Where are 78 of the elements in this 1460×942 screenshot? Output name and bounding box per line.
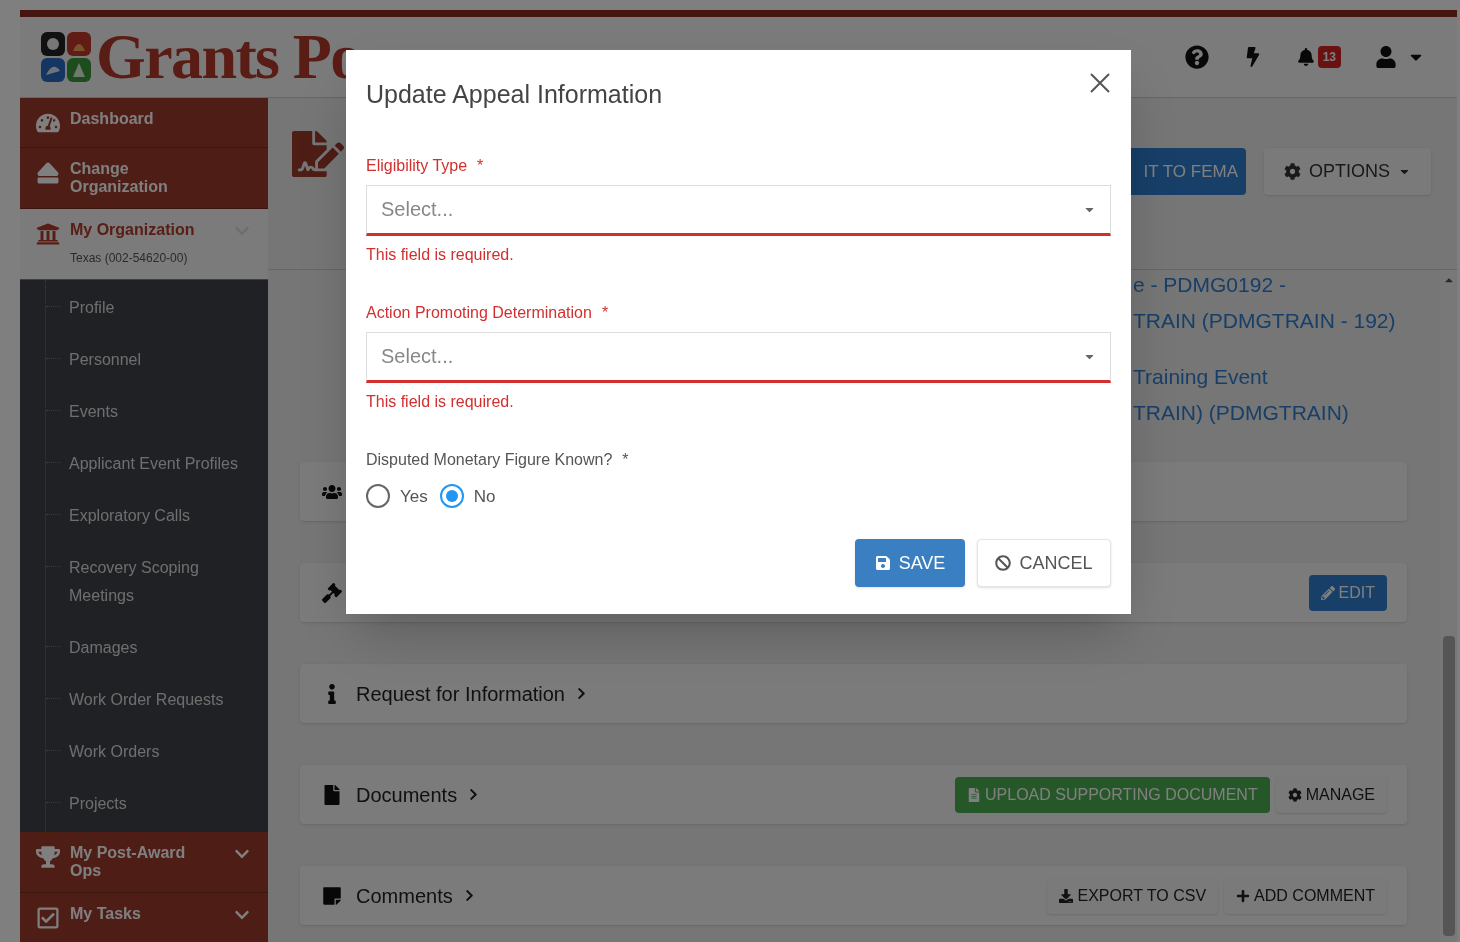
radio-label: Yes (400, 485, 428, 508)
save-icon (874, 555, 891, 571)
required-mark: * (601, 302, 609, 323)
submenu-item[interactable]: Profile (69, 282, 259, 334)
sidebar-item[interactable]: My Organization Texas (002-54620-00) (20, 209, 268, 280)
section-title[interactable]: Comments (356, 880, 476, 911)
field-label: Eligibility Type (366, 155, 468, 176)
field-label: Disputed Monetary Figure Known? (366, 449, 613, 470)
select-placeholder: Select... (381, 197, 454, 222)
select-placeholder: Select... (381, 344, 454, 369)
sidebar-label: My Post-Award Ops (70, 844, 187, 880)
user-icon[interactable] (1375, 46, 1397, 68)
required-mark: * (477, 155, 484, 176)
checkbox-icon (36, 906, 60, 930)
submenu-item[interactable]: Applicant Event Profiles (69, 438, 259, 490)
upload-button[interactable]: UPLOAD SUPPORTING DOCUMENT (955, 776, 1270, 813)
field-label: Action Promoting Determination (366, 302, 592, 323)
submenu-item[interactable]: Personnel (69, 334, 259, 386)
sidebar-item[interactable]: Dashboard (20, 98, 268, 148)
sidebar-label: Change Organization (70, 160, 169, 196)
ban-icon (995, 555, 1012, 571)
detail-text: e - PDMG0192 - (1133, 272, 1287, 298)
manage-button[interactable]: MANAGE (1275, 776, 1387, 813)
gavel-icon (322, 582, 342, 603)
help-icon[interactable] (1184, 45, 1209, 69)
chevron-icon (575, 687, 588, 700)
detail-text: TRAIN) (PDMGTRAIN) (1133, 400, 1350, 426)
sidebar-item[interactable]: My Tasks (20, 893, 268, 942)
add-comment-button[interactable]: ADD COMMENT (1224, 877, 1387, 914)
notification-icon[interactable] (1296, 48, 1315, 66)
plus-icon (1236, 888, 1251, 903)
radio-button[interactable] (439, 484, 464, 509)
error-message: This field is required. (366, 391, 515, 412)
submenu-item[interactable]: Work Order Requests (69, 674, 259, 726)
trophy-icon (36, 845, 60, 869)
error-message: This field is required. (366, 244, 515, 265)
sidebar-item[interactable]: My Post-Award Ops (20, 832, 268, 893)
sidebar-label: My Tasks (70, 905, 142, 923)
select-field[interactable]: Select... (366, 184, 1111, 236)
submenu-item[interactable]: Recovery Scoping Meetings (69, 542, 259, 622)
sidebar-label: Dashboard (70, 110, 155, 128)
eject-icon (36, 161, 60, 185)
settings-icon (1284, 163, 1301, 180)
submenu-item[interactable]: Projects (69, 778, 259, 830)
export-button[interactable]: EXPORT TO CSV (1047, 877, 1219, 914)
select-field[interactable]: Select... (366, 331, 1111, 383)
submenu-item[interactable]: Damages (69, 622, 259, 674)
organization-code: Texas (002-54620-00) (70, 250, 189, 267)
save-button[interactable]: SAVE (855, 539, 965, 587)
edit-button[interactable]: EDIT (1308, 574, 1387, 611)
radio-button[interactable] (366, 484, 390, 509)
settings-icon (1287, 787, 1302, 802)
bank-icon (36, 222, 60, 246)
file-icon (322, 784, 342, 805)
modal-title: Update Appeal Information (366, 79, 663, 110)
pencil-icon (1320, 585, 1335, 600)
detail-text: TRAIN (PDMGTRAIN - 192) (1133, 308, 1397, 334)
submenu-item[interactable]: Work Orders (69, 726, 259, 778)
submenu-item[interactable]: Events (69, 386, 259, 438)
sidebar-item[interactable]: Change Organization (20, 148, 268, 209)
logo-icon (40, 31, 92, 83)
detail-text: Training Event (1133, 364, 1269, 390)
submenu-item[interactable]: Exploratory Calls (69, 490, 259, 542)
document-icon (967, 787, 982, 802)
sidebar-label: My Organization (70, 221, 196, 239)
close-icon (1089, 72, 1111, 94)
download-icon (1059, 888, 1074, 903)
close-button[interactable] (1089, 72, 1111, 94)
options-button[interactable]: OPTIONS (1264, 148, 1431, 195)
document-sign-icon (292, 128, 344, 180)
section-title[interactable]: Request for Information (356, 678, 588, 709)
section-title[interactable]: Documents (356, 779, 481, 810)
cancel-button[interactable]: CANCEL (977, 539, 1111, 587)
notification-badge: 13 (1317, 46, 1341, 68)
required-mark: * (622, 449, 629, 470)
radio-label: No (473, 485, 496, 508)
note-icon (322, 885, 342, 906)
gauge-icon (36, 111, 60, 135)
